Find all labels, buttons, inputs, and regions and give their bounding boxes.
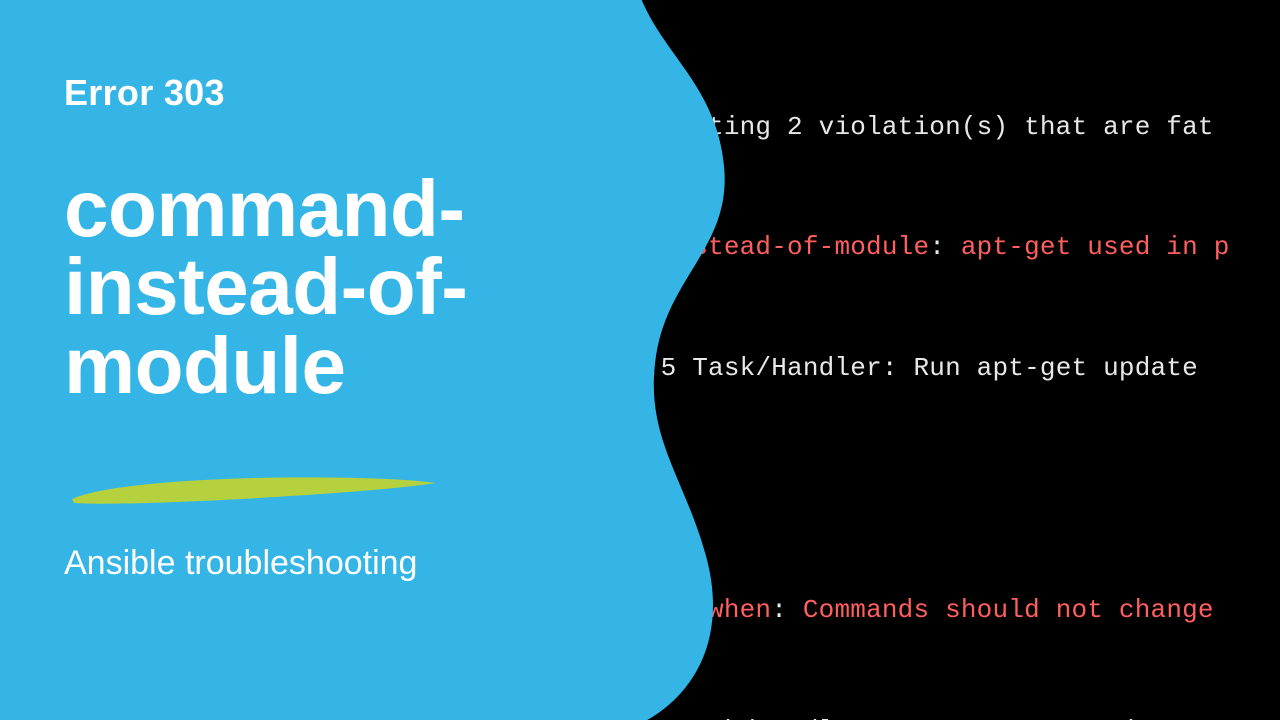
rule-message: apt-get used in p — [961, 232, 1230, 262]
eyebrow: Error 303 — [64, 72, 576, 114]
headline: command- instead-of- module — [64, 170, 576, 405]
log-sep: : — [771, 595, 803, 625]
headline-line: module — [64, 327, 576, 405]
title-panel-inner: Error 303 command- instead-of- module An… — [0, 0, 640, 720]
underline-swash-icon — [64, 469, 444, 511]
headline-line: instead-of- — [64, 248, 576, 326]
headline-line: command- — [64, 170, 576, 248]
subheadline: Ansible troubleshooting — [64, 544, 576, 583]
log-text: Listing 2 violation(s) that are fat — [629, 112, 1214, 142]
title-panel: Error 303 command- instead-of- module An… — [0, 0, 640, 720]
log-text: :5 Task/Handler: Run apt-get update — [645, 353, 1198, 383]
rule-message: Commands should not change — [803, 595, 1230, 625]
log-text: :5 Task/Handler: Run apt-get update — [629, 716, 1182, 720]
log-sep: : — [929, 232, 961, 262]
stage: RNING Listing 2 violation(s) that are fa… — [0, 0, 1280, 720]
